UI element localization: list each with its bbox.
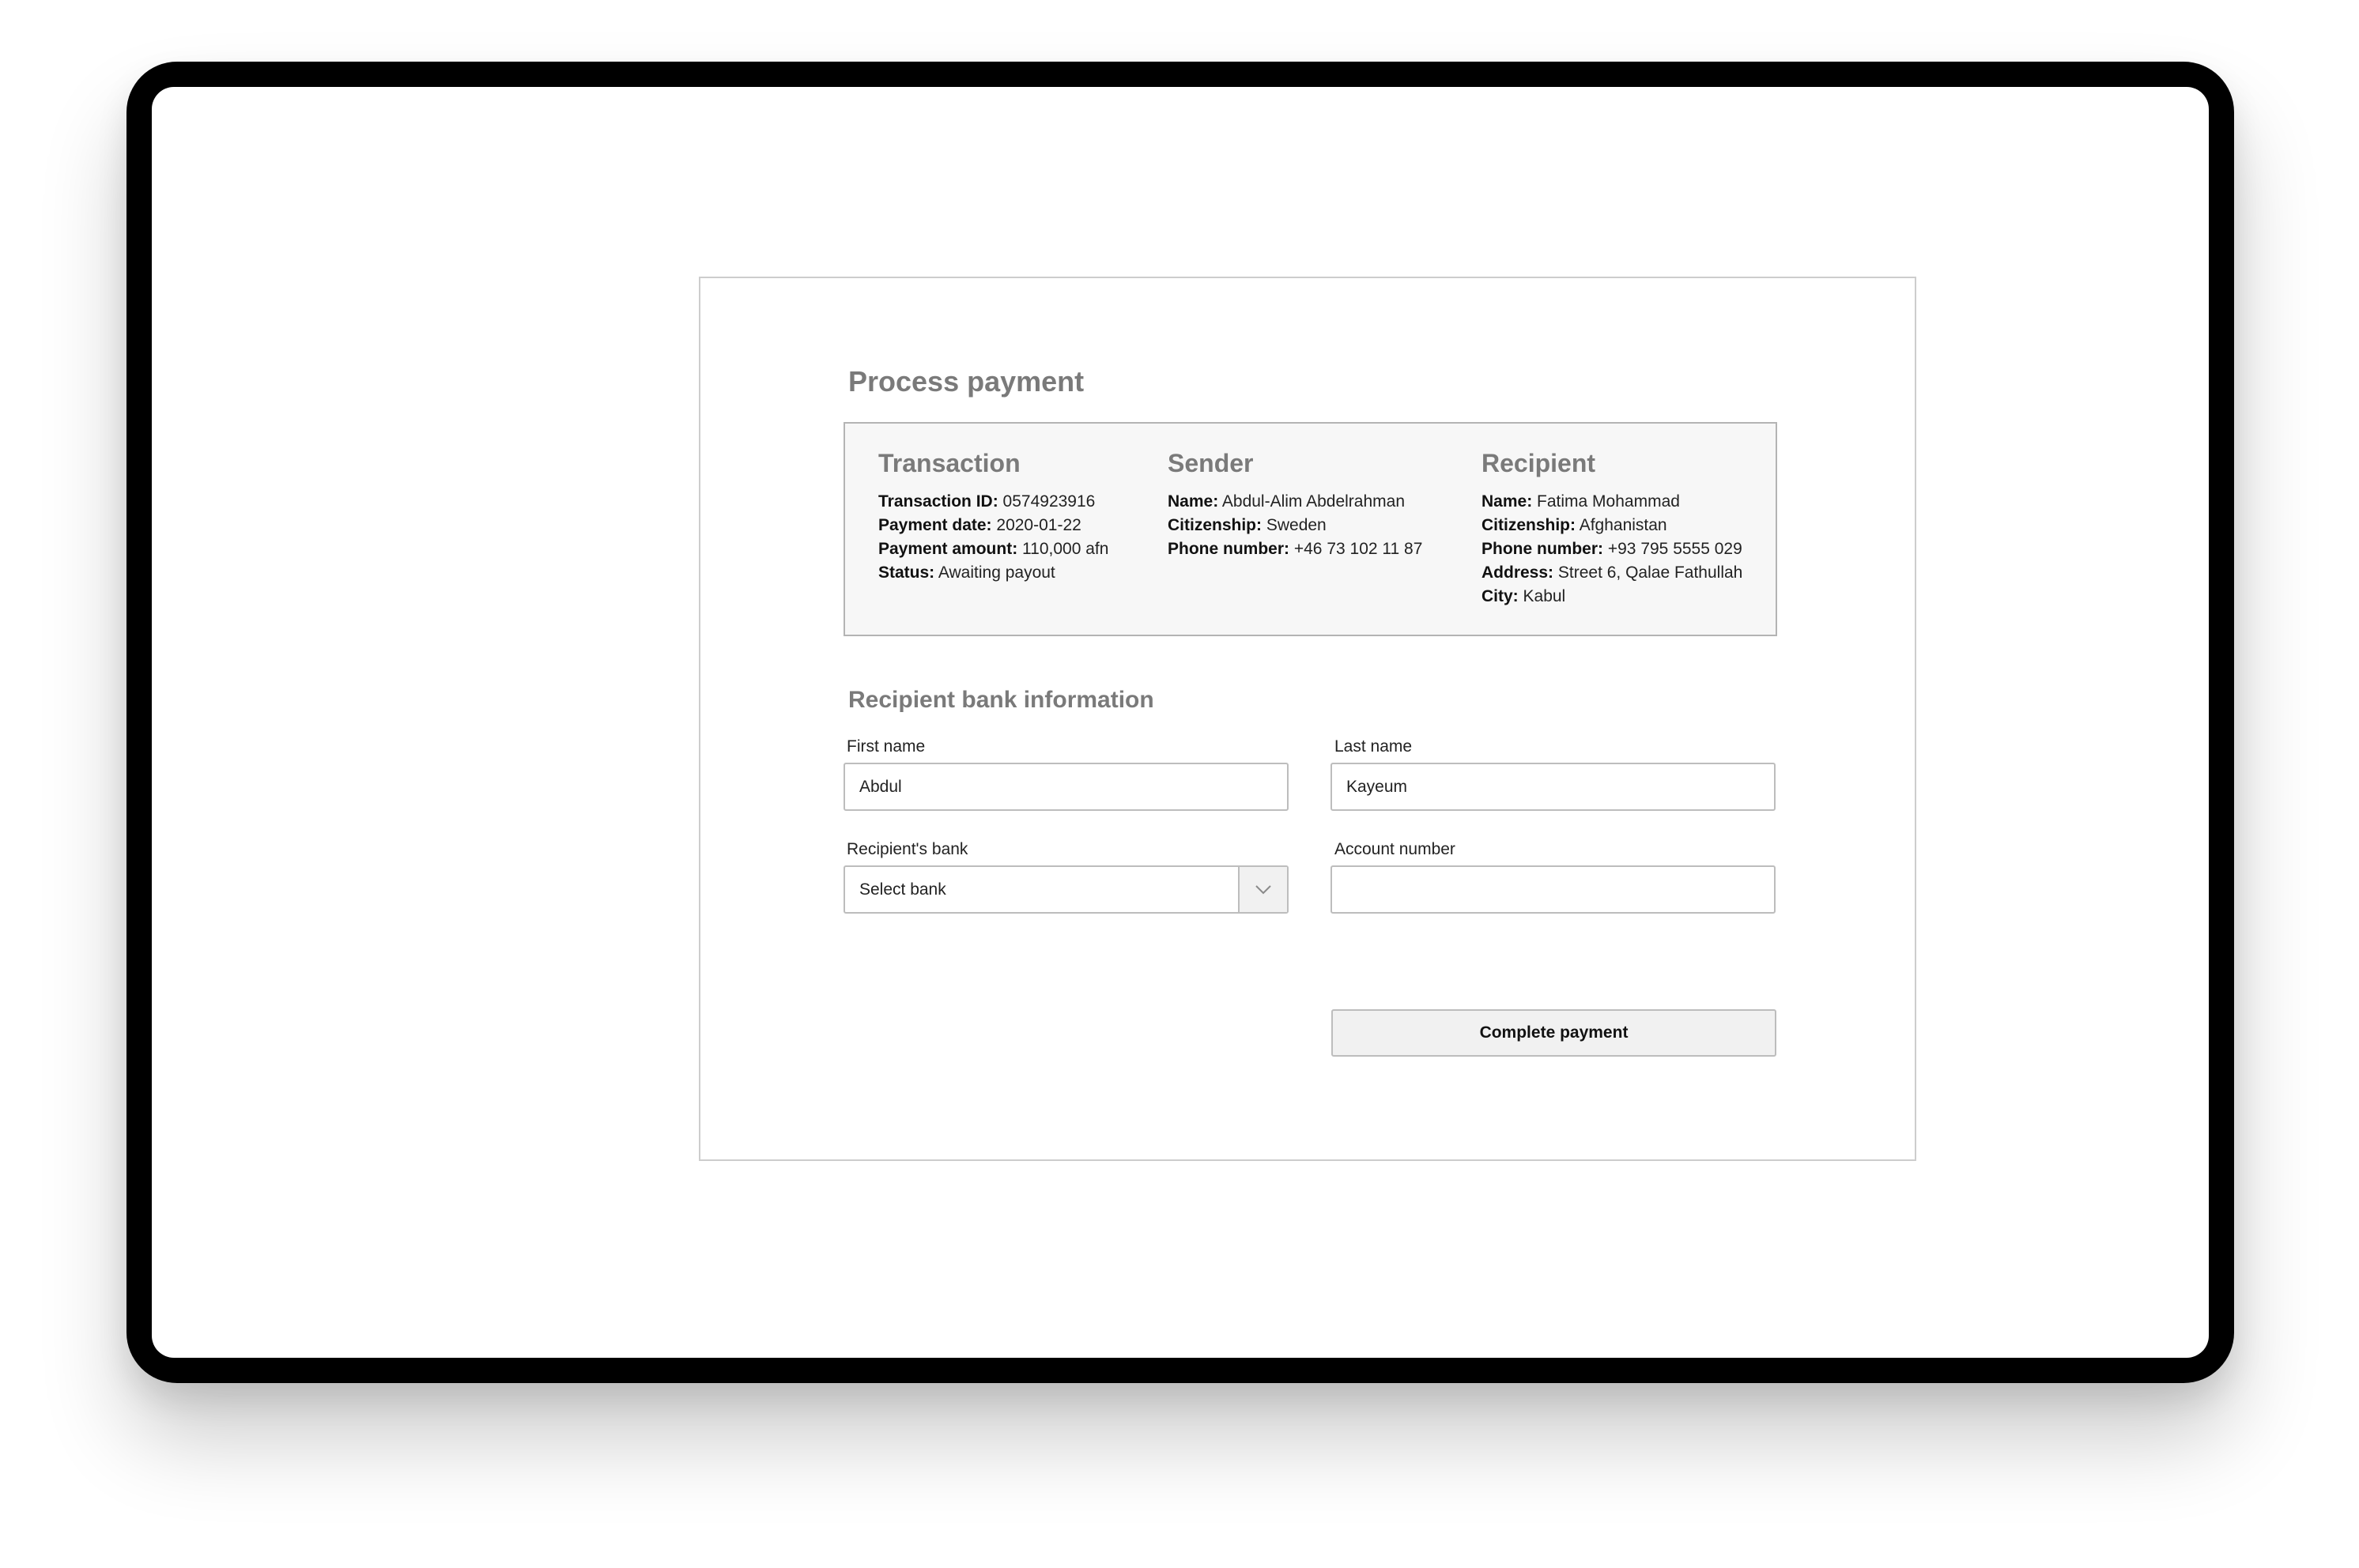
sender-name-label: Name:	[1168, 492, 1219, 511]
recipient-address-row: Address: Street 6, Qalae Fathullah	[1481, 561, 1742, 585]
recipient-column: Recipient Name: Fatima Mohammad Citizens…	[1481, 447, 1742, 609]
sender-name-row: Name: Abdul-Alim Abdelrahman	[1168, 490, 1422, 514]
sender-citizenship-label: Citizenship:	[1168, 516, 1262, 534]
sender-phone-value: +46 73 102 11 87	[1293, 540, 1423, 558]
recipient-title: Recipient	[1481, 449, 1596, 477]
status-row: Status: Awaiting payout	[878, 561, 1108, 585]
sender-title: Sender	[1168, 449, 1254, 477]
chevron-down-icon[interactable]	[1238, 867, 1287, 912]
sender-citizenship-value: Sweden	[1266, 516, 1327, 534]
transaction-title: Transaction	[878, 449, 1021, 477]
payment-date-label: Payment date:	[878, 516, 992, 534]
transaction-column: Transaction Transaction ID: 0574923916 P…	[878, 447, 1108, 585]
recipient-name-label: Name:	[1481, 492, 1533, 511]
first-name-label: First name	[847, 737, 926, 756]
transaction-id-row: Transaction ID: 0574923916	[878, 490, 1108, 514]
last-name-input[interactable]	[1330, 763, 1776, 811]
recipient-name-row: Name: Fatima Mohammad	[1481, 490, 1742, 514]
bank-select[interactable]: Select bank	[844, 865, 1289, 914]
status-value: Awaiting payout	[938, 564, 1055, 582]
recipient-address-value: Street 6, Qalae Fathullah	[1557, 564, 1743, 582]
transaction-id-label: Transaction ID:	[878, 492, 998, 511]
screen: Process payment Transaction Transaction …	[152, 87, 2209, 1358]
sender-column: Sender Name: Abdul-Alim Abdelrahman Citi…	[1168, 447, 1422, 561]
account-number-input[interactable]	[1330, 865, 1776, 914]
complete-payment-button[interactable]: Complete payment	[1331, 1009, 1776, 1057]
stage: Process payment Transaction Transaction …	[0, 0, 2359, 1568]
payment-date-value: 2020-01-22	[996, 516, 1081, 534]
device-frame: Process payment Transaction Transaction …	[126, 62, 2234, 1383]
payment-amount-row: Payment amount: 110,000 afn	[878, 537, 1108, 561]
sender-phone-label: Phone number:	[1168, 540, 1290, 558]
bank-select-value: Select bank	[859, 880, 946, 899]
sender-name-value: Abdul-Alim Abdelrahman	[1221, 492, 1406, 511]
payment-panel: Process payment Transaction Transaction …	[699, 277, 1916, 1161]
page-title: Process payment	[848, 365, 1085, 398]
first-name-input[interactable]	[844, 763, 1289, 811]
recipient-name-value: Fatima Mohammad	[1537, 492, 1680, 511]
last-name-label: Last name	[1334, 737, 1413, 756]
payment-amount-label: Payment amount:	[878, 540, 1018, 558]
recipient-phone-label: Phone number:	[1481, 540, 1604, 558]
bank-info-title: Recipient bank information	[848, 687, 1154, 713]
recipient-city-value: Kabul	[1523, 587, 1566, 605]
payment-amount-value: 110,000 afn	[1022, 540, 1109, 558]
sender-phone-row: Phone number: +46 73 102 11 87	[1168, 537, 1422, 561]
sender-citizenship-row: Citizenship: Sweden	[1168, 514, 1422, 537]
recipient-citizenship-label: Citizenship:	[1481, 516, 1576, 534]
recipient-city-label: City:	[1481, 587, 1519, 605]
bank-label: Recipient's bank	[847, 840, 968, 858]
payment-date-row: Payment date: 2020-01-22	[878, 514, 1108, 537]
recipient-citizenship-row: Citizenship: Afghanistan	[1481, 514, 1742, 537]
account-number-label: Account number	[1334, 840, 1455, 858]
chevron-down-icon-glyph	[1255, 884, 1271, 894]
payment-summary: Transaction Transaction ID: 0574923916 P…	[844, 422, 1777, 636]
status-label: Status:	[878, 564, 935, 582]
recipient-phone-row: Phone number: +93 795 5555 029	[1481, 537, 1742, 561]
recipient-citizenship-value: Afghanistan	[1579, 516, 1667, 534]
recipient-address-label: Address:	[1481, 564, 1554, 582]
recipient-city-row: City: Kabul	[1481, 585, 1742, 609]
transaction-id-value: 0574923916	[1002, 492, 1096, 511]
recipient-phone-value: +93 795 5555 029	[1607, 540, 1742, 558]
